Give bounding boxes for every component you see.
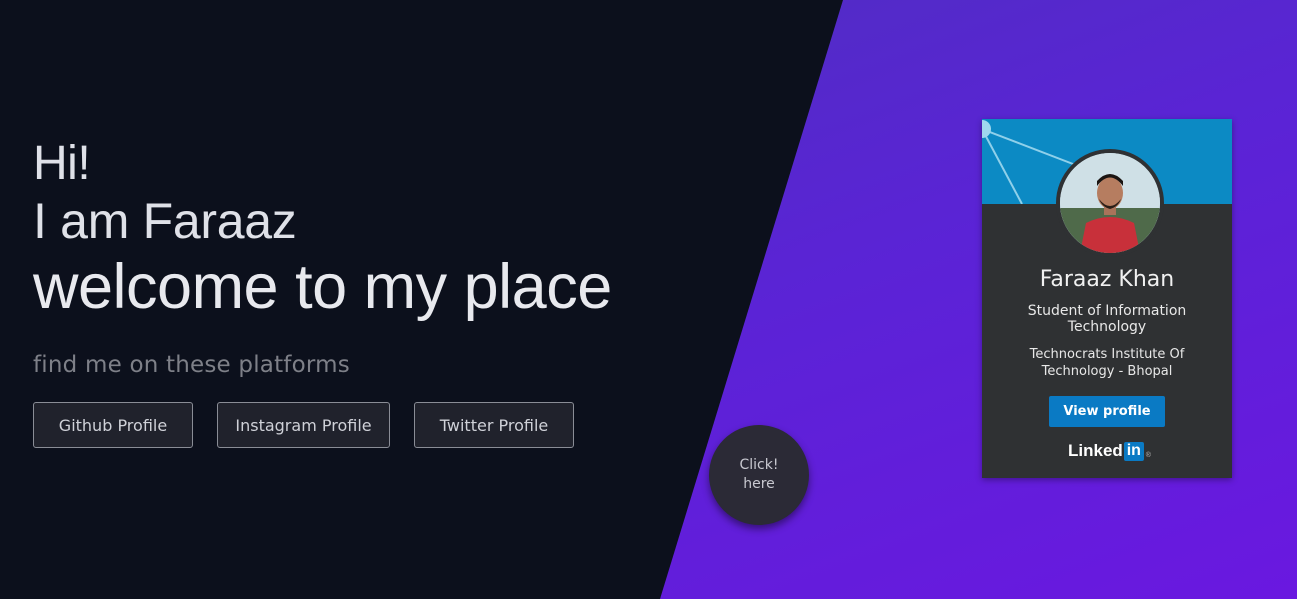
linkedin-in-icon: in [1123,441,1144,461]
linkedin-logo-text: Linked [1068,441,1123,460]
registered-mark: ® [1145,451,1151,459]
click-here-line2: here [743,476,775,492]
hero-intro: I am Faraaz [33,193,297,249]
click-here-button[interactable]: Click! here [709,425,809,525]
hero-welcome: welcome to my place [33,252,612,322]
profile-name: Faraaz Khan [1039,267,1175,292]
hero-heading: Hi! I am Faraaz welcome to my place [33,137,612,323]
view-profile-button[interactable]: View profile [1049,396,1165,427]
hero-greeting: Hi! [33,137,91,190]
profile-school: Technocrats Institute Of Technology - Bh… [1029,347,1185,379]
click-here-line1: Click! [739,457,779,473]
platform-buttons: Github Profile Instagram Profile Twitter… [33,402,574,448]
platforms-subtitle: find me on these platforms [33,352,350,378]
github-profile-button[interactable]: Github Profile [33,402,193,448]
person-avatar-icon [1060,153,1160,253]
profile-title: Student of Information Technology [1027,303,1187,335]
profile-avatar [1056,149,1164,257]
linkedin-profile-card: Faraaz Khan Student of Information Techn… [982,119,1232,478]
twitter-profile-button[interactable]: Twitter Profile [414,402,574,448]
instagram-profile-button[interactable]: Instagram Profile [217,402,390,448]
linkedin-logo[interactable]: Linked in ® [1068,441,1151,461]
